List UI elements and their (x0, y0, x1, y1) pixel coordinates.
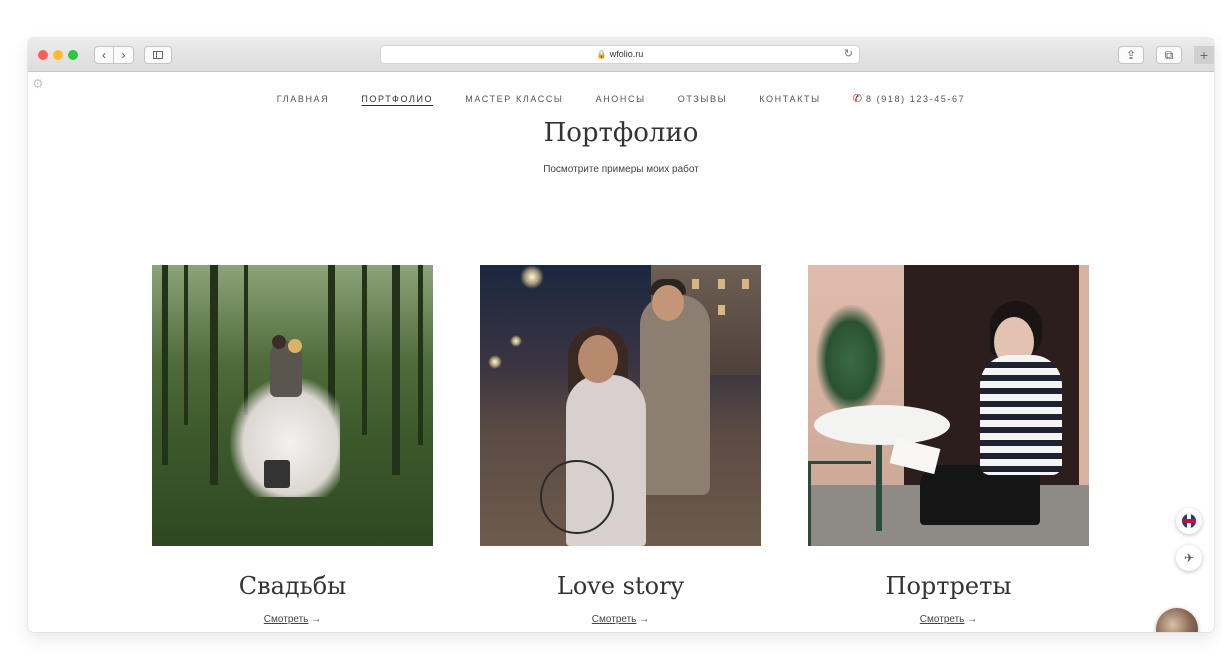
sidebar-icon (153, 51, 163, 59)
tabs-icon: ⧉ (1164, 48, 1174, 62)
page-subtitle: Посмотрите примеры моих работ (543, 164, 699, 175)
window-light (718, 279, 725, 289)
arrow-right-icon: → (639, 614, 650, 625)
chair (808, 461, 871, 546)
uk-flag-icon (1182, 514, 1196, 528)
tree (210, 265, 218, 485)
phone-number: 8 (918) 123-45-67 (865, 94, 966, 104)
new-tab-button[interactable]: + (1194, 46, 1214, 64)
page-title: Портфолио (543, 118, 699, 148)
street-light (520, 265, 544, 289)
card-title[interactable]: Портреты (808, 572, 1089, 600)
nav-item-portfolio[interactable]: Портфолио (361, 94, 433, 104)
avatar[interactable] (1156, 608, 1198, 632)
portfolio-card-weddings: Свадьбы Смотреть → (152, 265, 433, 625)
weddings-photo[interactable] (152, 265, 433, 546)
tree (184, 265, 188, 425)
bicycle-wheel (540, 460, 614, 534)
window-light (692, 279, 699, 289)
sidebar-toggle-button[interactable] (144, 46, 172, 64)
language-button[interactable] (1176, 508, 1202, 534)
striped-shirt (980, 355, 1062, 475)
forward-button[interactable]: › (114, 46, 134, 64)
close-window-button[interactable] (38, 50, 48, 60)
man-head (652, 285, 684, 321)
cafe-table (814, 405, 950, 445)
street-light (510, 335, 522, 347)
woman-head (578, 335, 618, 383)
phone-icon: ✆ (852, 93, 862, 105)
man (640, 295, 710, 495)
portraits-photo[interactable] (808, 265, 1089, 546)
portfolio-card-portraits: Портреты Смотреть → (808, 265, 1089, 625)
nav-phone[interactable]: ✆ 8 (918) 123-45-67 (853, 92, 965, 105)
bride-head (288, 339, 302, 353)
card-title[interactable]: Love story (480, 572, 761, 600)
tree (362, 265, 367, 435)
url-text: wfolio.ru (609, 49, 644, 59)
table-leg (876, 441, 882, 531)
address-bar[interactable]: 🔒 wfolio.ru ↻ (380, 45, 860, 64)
card-title[interactable]: Свадьбы (152, 572, 433, 600)
window-light (742, 279, 749, 289)
view-link[interactable]: Смотреть → (480, 614, 761, 625)
window-light (718, 305, 725, 315)
minimize-window-button[interactable] (53, 50, 63, 60)
tree (392, 265, 400, 475)
browser-window: ‹ › 🔒 wfolio.ru ↻ ⇪ ⧉ + ⚙ Главная Портфол… (28, 38, 1214, 632)
nav-item-announcements[interactable]: Анонсы (596, 94, 646, 104)
top-navigation: Главная Портфолио Мастер классы Анонсы О… (28, 92, 1214, 105)
lock-icon: 🔒 (596, 50, 607, 59)
page-content: ⚙ Главная Портфолио Мастер классы Анонсы… (28, 72, 1214, 632)
love-story-photo[interactable] (480, 265, 761, 546)
groom-legs (264, 460, 290, 488)
view-link[interactable]: Смотреть → (152, 614, 433, 625)
arrow-right-icon: → (967, 614, 978, 625)
chevron-right-icon: › (121, 48, 126, 62)
plant (816, 305, 886, 415)
street-light (488, 355, 502, 369)
view-link[interactable]: Смотреть → (808, 614, 1089, 625)
portfolio-card-love-story: Love story Смотреть → (480, 265, 761, 625)
back-button[interactable]: ‹ (94, 46, 114, 64)
paper-plane-icon: ✈ (1183, 551, 1195, 565)
message-button[interactable]: ✈ (1176, 545, 1202, 571)
share-icon: ⇪ (1125, 48, 1137, 62)
tree (162, 265, 168, 465)
share-button[interactable]: ⇪ (1118, 46, 1144, 64)
tree (418, 265, 423, 445)
chevron-left-icon: ‹ (102, 48, 106, 62)
nav-item-contacts[interactable]: Контакты (759, 94, 820, 104)
nav-item-home[interactable]: Главная (277, 94, 329, 104)
gear-icon[interactable]: ⚙ (32, 76, 44, 92)
nav-item-masterclasses[interactable]: Мастер классы (465, 94, 563, 104)
nav-item-reviews[interactable]: Отзывы (678, 94, 727, 104)
arrow-right-icon: → (311, 614, 322, 625)
zoom-window-button[interactable] (68, 50, 78, 60)
reload-icon[interactable]: ↻ (844, 46, 853, 63)
groom-head (272, 335, 286, 349)
browser-toolbar: ‹ › 🔒 wfolio.ru ↻ ⇪ ⧉ + (28, 38, 1214, 72)
tabs-overview-button[interactable]: ⧉ (1156, 46, 1182, 64)
